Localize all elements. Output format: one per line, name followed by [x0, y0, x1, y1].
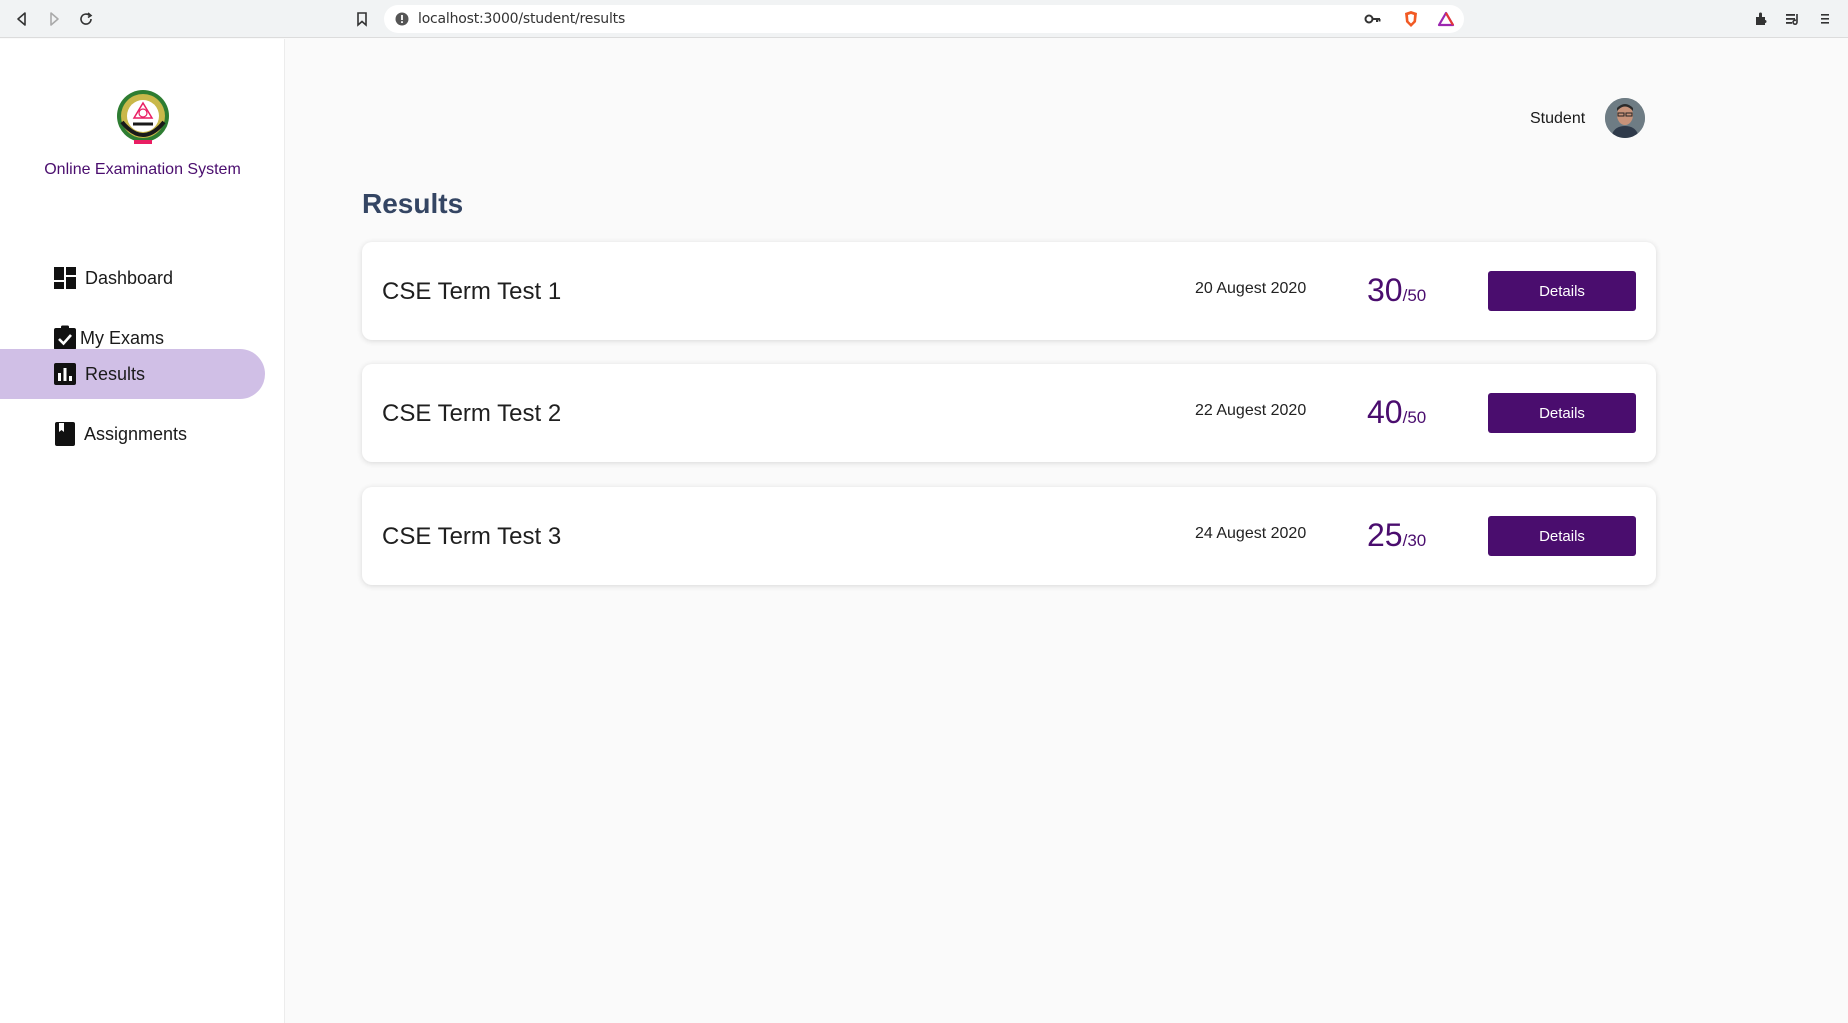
- brave-shield-icon[interactable]: [1401, 9, 1421, 29]
- site-info-icon[interactable]: [392, 9, 412, 29]
- sidebar-item-label: Assignments: [84, 423, 188, 444]
- details-button[interactable]: Details: [1488, 271, 1636, 311]
- avatar[interactable]: [1605, 98, 1645, 138]
- forward-icon[interactable]: [43, 8, 65, 30]
- exam-score: 40/50: [1367, 394, 1426, 431]
- app-title: Online Examination System: [44, 161, 241, 178]
- brave-rewards-icon[interactable]: [1436, 9, 1456, 29]
- result-card: CSE Term Test 1 20 Augest 2020 30/50 Det…: [362, 242, 1656, 340]
- book-icon: [52, 421, 78, 447]
- score-value: 40: [1367, 394, 1403, 430]
- exam-date: 22 Augest 2020: [1195, 402, 1307, 419]
- browser-toolbar: localhost:3000/student/results: [0, 0, 1848, 38]
- sidebar-item-label: Dashboard: [85, 267, 174, 288]
- result-card: CSE Term Test 3 24 Augest 2020 25/30 Det…: [362, 487, 1656, 585]
- score-value: 30: [1367, 272, 1403, 308]
- clipboard-check-icon: [52, 325, 78, 351]
- user-role-label: Student: [1530, 110, 1586, 127]
- sidebar-item-dashboard[interactable]: Dashboard: [0, 253, 265, 303]
- exam-score: 30/50: [1367, 272, 1426, 309]
- sidebar: Online Examination System Dashboard My E…: [0, 39, 285, 1023]
- url-text[interactable]: localhost:3000/student/results: [418, 11, 625, 27]
- reload-icon[interactable]: [75, 8, 97, 30]
- bar-chart-icon: [52, 361, 78, 387]
- sidebar-item-label: My Exams: [80, 327, 165, 348]
- score-value: 25: [1367, 517, 1403, 553]
- score-total: 50: [1407, 408, 1427, 427]
- media-queue-icon[interactable]: [1783, 9, 1803, 29]
- university-logo: [114, 88, 172, 146]
- exam-date: 24 Augest 2020: [1195, 525, 1307, 542]
- exam-date: 20 Augest 2020: [1195, 280, 1307, 297]
- score-total: 50: [1407, 286, 1427, 305]
- sidebar-item-label: Results: [85, 363, 146, 384]
- bookmark-icon[interactable]: [352, 9, 372, 29]
- key-icon[interactable]: [1363, 9, 1383, 29]
- dashboard-icon: [52, 265, 78, 291]
- details-button[interactable]: Details: [1488, 393, 1636, 433]
- page-title: Results: [362, 188, 464, 219]
- menu-icon[interactable]: [1815, 9, 1835, 29]
- result-card: CSE Term Test 2 22 Augest 2020 40/50 Det…: [362, 364, 1656, 462]
- extensions-icon[interactable]: [1752, 9, 1772, 29]
- details-button[interactable]: Details: [1488, 516, 1636, 556]
- exam-name: CSE Term Test 2: [382, 400, 562, 427]
- score-total: 30: [1407, 531, 1427, 550]
- exam-name: CSE Term Test 1: [382, 278, 562, 305]
- back-icon[interactable]: [11, 8, 33, 30]
- sidebar-item-assignments[interactable]: Assignments: [0, 409, 265, 459]
- exam-score: 25/30: [1367, 517, 1426, 554]
- exam-name: CSE Term Test 3: [382, 523, 562, 550]
- sidebar-item-results[interactable]: Results: [0, 349, 265, 399]
